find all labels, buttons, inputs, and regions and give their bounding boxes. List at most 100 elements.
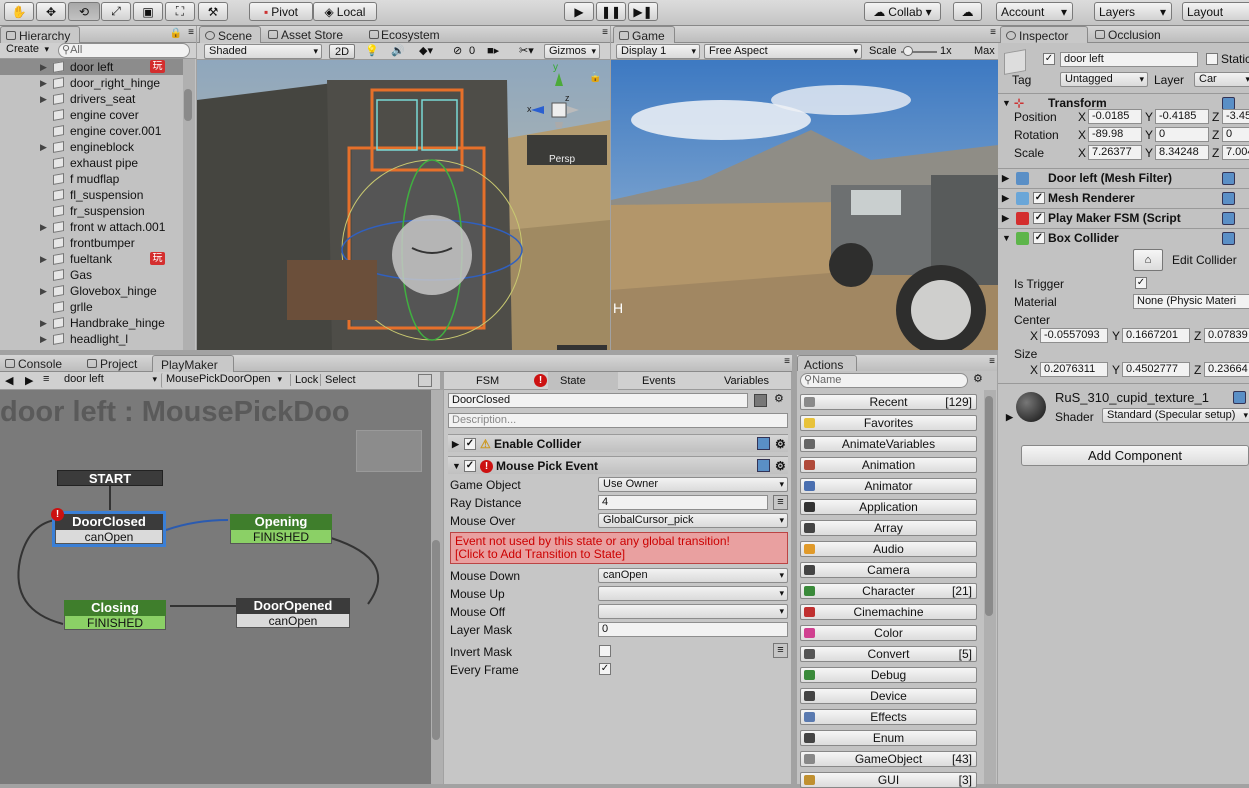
state-node-closing[interactable]: Closing FINISHED xyxy=(64,600,166,630)
state-event[interactable]: canOpen xyxy=(236,614,350,628)
collapse-arrow-icon[interactable]: ▶ xyxy=(1002,209,1009,228)
description-field[interactable]: Description... xyxy=(448,413,788,428)
variable-toggle-icon[interactable]: ≡ xyxy=(773,643,788,658)
shader-dropdown[interactable]: Standard (Specular setup) xyxy=(1102,408,1249,423)
scrollbar-thumb[interactable] xyxy=(184,89,192,121)
maximize-toggle[interactable]: Max xyxy=(974,45,995,57)
position-y-field[interactable]: -0.4185 xyxy=(1155,109,1209,124)
action-category-button[interactable]: Application xyxy=(800,499,977,515)
tab-asset-store[interactable]: Asset Store xyxy=(263,26,363,43)
actions-scrollbar[interactable] xyxy=(984,390,996,784)
collapse-arrow-icon[interactable]: ▶ xyxy=(1006,408,1013,427)
mouse-pick-checkbox[interactable]: ✓ xyxy=(464,460,476,472)
tab-actions[interactable]: Actions xyxy=(797,355,857,372)
mouse-down-dropdown[interactable]: canOpen xyxy=(598,568,788,583)
hierarchy-item[interactable]: frontbumper xyxy=(0,235,186,251)
action-category-button[interactable]: Color xyxy=(800,625,977,641)
fsm-graph-canvas[interactable]: door left : MousePickDoo START DoorClose… xyxy=(0,390,431,784)
scrollbar-thumb[interactable] xyxy=(985,396,993,616)
tab-scene[interactable]: Scene xyxy=(199,26,261,43)
hierarchy-item[interactable]: engine cover.001 xyxy=(0,123,186,139)
variable-toggle-icon[interactable]: ≡ xyxy=(773,495,788,510)
action-category-button[interactable]: Favorites xyxy=(800,415,977,431)
panel-menu-icon[interactable]: ≡ xyxy=(784,356,790,367)
tag-dropdown[interactable]: Untagged xyxy=(1060,72,1148,87)
tab-state[interactable]: State xyxy=(548,372,618,390)
tab-ecosystem[interactable]: Ecosystem xyxy=(367,26,467,43)
material-component[interactable]: RuS_310_cupid_texture_1 ▶ Shader Standar… xyxy=(998,383,1249,429)
playmaker-fsm-component-header[interactable]: ▶ ✓ Play Maker FSM (Script xyxy=(998,208,1249,228)
hierarchy-item[interactable]: fr_suspension xyxy=(0,203,186,219)
tab-game[interactable]: Game xyxy=(613,26,675,43)
expand-arrow-icon[interactable]: ▶ xyxy=(40,315,47,331)
action-category-button[interactable]: Convert [5] xyxy=(800,646,977,662)
hierarchy-item[interactable]: ▶ Handbrake_hinge xyxy=(0,315,186,331)
account-dropdown[interactable]: Account ▾ xyxy=(996,2,1073,21)
persp-label[interactable]: Persp xyxy=(549,154,575,165)
hierarchy-item[interactable]: engine cover xyxy=(0,107,186,123)
expand-arrow-icon[interactable]: ▶ xyxy=(40,59,47,75)
help-icon[interactable] xyxy=(757,459,770,472)
transition-error-box[interactable]: Event not used by this state or any glob… xyxy=(450,532,788,564)
minimap-toggle-icon[interactable] xyxy=(418,374,432,387)
tools-icon[interactable]: ✂▾ xyxy=(519,44,534,57)
collapse-arrow-icon[interactable]: ▼ xyxy=(1002,94,1011,113)
layout-dropdown[interactable]: Layout xyxy=(1182,2,1249,21)
action-category-button[interactable]: Audio xyxy=(800,541,977,557)
action-category-button[interactable]: Cinemachine xyxy=(800,604,977,620)
material-field[interactable]: None (Physic Materi xyxy=(1133,294,1249,309)
active-checkbox[interactable]: ✓ xyxy=(1043,53,1055,65)
hierarchy-scrollbar[interactable] xyxy=(183,59,195,350)
state-color-swatch[interactable] xyxy=(754,394,767,407)
actions-search-input[interactable]: ⚲Name xyxy=(800,373,968,388)
gizmos-dropdown[interactable]: Gizmos xyxy=(544,44,600,59)
box-collider-checkbox[interactable]: ✓ xyxy=(1033,232,1045,244)
pivot-button[interactable]: ▪ Pivot xyxy=(249,2,313,21)
forward-icon[interactable]: ▶ xyxy=(25,374,33,387)
hierarchy-search-input[interactable]: ⚲All xyxy=(58,43,190,58)
action-category-button[interactable]: GameObject [43] xyxy=(800,751,977,767)
ray-distance-field[interactable]: 4 xyxy=(598,495,768,510)
scene-gizmo[interactable]: y x z xyxy=(527,62,587,143)
action-category-button[interactable]: Effects xyxy=(800,709,977,725)
fsm-scrollbar[interactable] xyxy=(431,390,443,784)
expand-arrow-icon[interactable]: ▶ xyxy=(40,75,47,91)
effects-icon[interactable]: ◆▾ xyxy=(419,44,433,57)
action-category-button[interactable]: AnimateVariables xyxy=(800,436,977,452)
cloud-button[interactable]: ☁ xyxy=(953,2,982,21)
center-z-field[interactable]: 0.07839 xyxy=(1204,328,1249,343)
scale-tool-button[interactable]: ⤢ xyxy=(101,2,131,21)
local-button[interactable]: ◈ Local xyxy=(313,2,377,21)
every-frame-checkbox[interactable]: ✓ xyxy=(599,663,611,675)
state-node-opening[interactable]: Opening FINISHED xyxy=(230,514,332,544)
action-category-button[interactable]: GUI [3] xyxy=(800,772,977,788)
size-y-field[interactable]: 0.4502777 xyxy=(1122,362,1190,377)
layer-mask-field[interactable]: 0 xyxy=(598,622,788,637)
collapse-arrow-icon[interactable]: ▼ xyxy=(1002,229,1011,248)
settings-gear-icon[interactable]: ⚙ xyxy=(775,457,786,475)
hierarchy-item[interactable]: ▶ door_right_hinge xyxy=(0,75,186,91)
hierarchy-item[interactable]: ▶ fueltank 玩 xyxy=(0,251,186,267)
help-icon[interactable] xyxy=(1222,212,1235,225)
panel-menu-icon[interactable]: ≡ xyxy=(990,27,996,38)
select-button[interactable]: Select xyxy=(320,374,356,386)
tab-project[interactable]: Project xyxy=(82,355,152,372)
center-y-field[interactable]: 0.1667201 xyxy=(1122,328,1190,343)
mode-2d-button[interactable]: 2D xyxy=(329,44,355,59)
size-z-field[interactable]: 0.23664 xyxy=(1204,362,1249,377)
scrollbar-thumb[interactable] xyxy=(432,540,440,740)
tab-playmaker[interactable]: PlayMaker xyxy=(152,355,234,372)
size-x-field[interactable]: 0.2076311 xyxy=(1040,362,1108,377)
transform-tool-button[interactable]: ⛶ xyxy=(165,2,195,21)
help-icon[interactable] xyxy=(1222,172,1235,185)
state-node-dooropened[interactable]: DoorOpened canOpen xyxy=(236,598,350,628)
expand-arrow-icon[interactable]: ▶ xyxy=(40,219,47,235)
tab-inspector[interactable]: Inspector xyxy=(1000,26,1088,43)
object-name-field[interactable]: door left xyxy=(1060,52,1198,67)
rotate-tool-button[interactable]: ⟲ xyxy=(68,2,100,21)
help-icon[interactable] xyxy=(1233,391,1246,404)
playmaker-badge-icon[interactable]: 玩 xyxy=(150,252,165,265)
collapse-arrow-icon[interactable]: ▶ xyxy=(452,435,459,453)
game-viewport[interactable]: H xyxy=(611,60,998,350)
collab-button[interactable]: ☁ Collab ▾ xyxy=(864,2,941,21)
